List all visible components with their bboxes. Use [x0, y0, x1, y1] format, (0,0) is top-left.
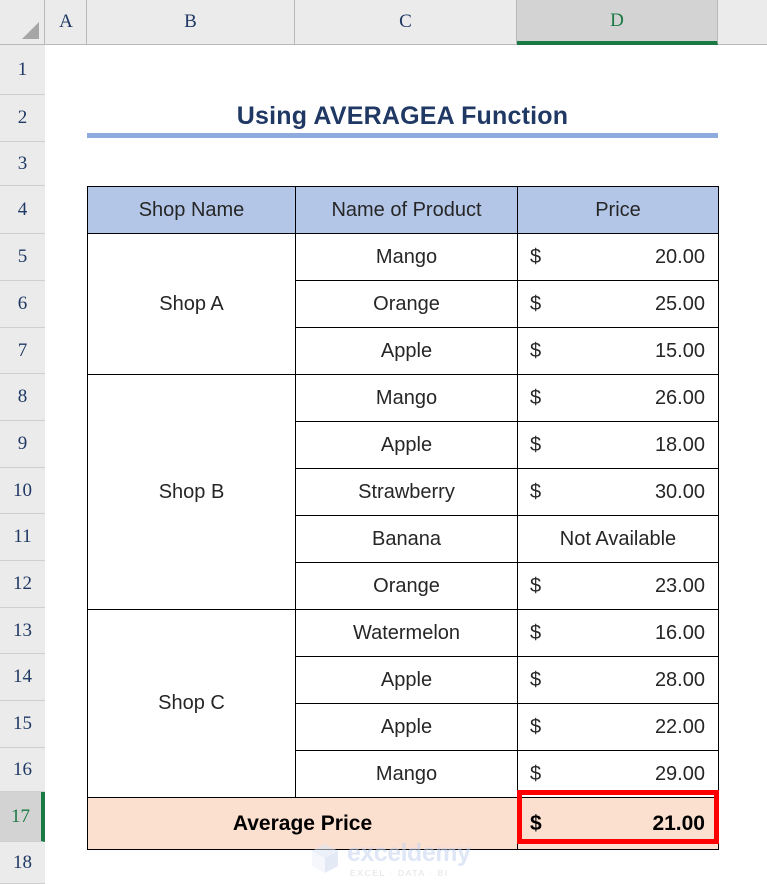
price-cell: $ 30.00 — [517, 468, 719, 516]
price-cell: $ 22.00 — [517, 703, 719, 751]
currency-symbol: $ — [530, 386, 542, 409]
column-header-name-of-product: Name of Product — [295, 186, 518, 234]
currency-symbol: $ — [530, 715, 542, 738]
row-header-7[interactable]: 7 — [0, 328, 45, 374]
row-header-6[interactable]: 6 — [0, 281, 45, 328]
price-amount: 23.00 — [654, 574, 705, 597]
page-title: Using AVERAGEA Function — [236, 101, 569, 130]
exceldemy-watermark: exceldemy EXCEL · DATA · BI — [310, 838, 510, 880]
price-cell: $ 29.00 — [517, 750, 719, 798]
product-cell: Apple — [295, 656, 518, 704]
watermark-brand: exceldemy — [347, 838, 471, 867]
row-header-11[interactable]: 11 — [0, 514, 45, 561]
currency-symbol: $ — [530, 762, 542, 785]
price-amount: 26.00 — [654, 386, 705, 409]
average-price-value-cell: $ 21.00 — [517, 797, 719, 850]
row-header-15[interactable]: 15 — [0, 701, 45, 748]
product-cell: Apple — [295, 421, 518, 469]
price-amount: 15.00 — [654, 339, 705, 362]
price-amount: 29.00 — [654, 762, 705, 785]
row-header-10[interactable]: 10 — [0, 468, 45, 514]
average-price-amount: 21.00 — [652, 811, 705, 835]
currency-symbol: $ — [530, 574, 542, 597]
price-cell: $ 26.00 — [517, 374, 719, 422]
row-header-13[interactable]: 13 — [0, 608, 45, 654]
row-header-18[interactable]: 18 — [0, 842, 45, 884]
price-amount: 20.00 — [654, 245, 705, 268]
product-cell: Banana — [295, 515, 518, 563]
row-header-3[interactable]: 3 — [0, 142, 45, 186]
row-header-5[interactable]: 5 — [0, 234, 45, 281]
price-amount: 28.00 — [654, 668, 705, 691]
watermark-text: exceldemy EXCEL · DATA · BI — [347, 838, 471, 878]
row-header-17[interactable]: 17 — [0, 792, 45, 842]
currency-symbol: $ — [530, 433, 542, 456]
table-row: Shop A Mango $ 20.00 — [87, 233, 719, 375]
sheet-title: Using AVERAGEA Function — [87, 95, 718, 137]
row-header-16[interactable]: 16 — [0, 748, 45, 792]
row-header-2[interactable]: 2 — [0, 95, 45, 142]
currency-symbol: $ — [530, 668, 542, 691]
product-cell: Mango — [295, 374, 518, 422]
row-header-strip: 1 2 3 4 5 6 7 8 9 10 11 12 13 14 15 16 17 18 — [0, 45, 45, 884]
watermark-tagline: EXCEL · DATA · BI — [350, 867, 449, 878]
price-cell: $ 18.00 — [517, 421, 719, 469]
product-cell: Orange — [295, 562, 518, 610]
price-cell: $ 23.00 — [517, 562, 719, 610]
select-all-corner[interactable] — [0, 0, 45, 44]
row-header-4[interactable]: 4 — [0, 186, 45, 234]
currency-symbol: $ — [530, 480, 542, 503]
price-amount: 22.00 — [654, 715, 705, 738]
column-header-price: Price — [517, 186, 719, 234]
product-cell: Orange — [295, 280, 518, 328]
currency-symbol: $ — [530, 621, 542, 644]
spreadsheet-canvas: Using AVERAGEA Function Shop Name Name o… — [0, 0, 767, 884]
currency-symbol: $ — [530, 245, 542, 268]
product-cell: Watermelon — [295, 609, 518, 657]
price-cell: $ 15.00 — [517, 327, 719, 375]
column-header-d[interactable]: D — [517, 0, 718, 45]
table-header-row: Shop Name Name of Product Price — [87, 186, 719, 234]
table-row: Shop C Watermelon $ 16.00 — [87, 609, 719, 798]
shop-name-cell: Shop B — [87, 374, 296, 610]
title-underline-rule — [87, 133, 718, 138]
row-header-9[interactable]: 9 — [0, 421, 45, 468]
column-header-shop-name: Shop Name — [87, 186, 296, 234]
column-header-strip: ABCD — [0, 0, 767, 45]
row-header-14[interactable]: 14 — [0, 654, 45, 701]
product-cell: Mango — [295, 233, 518, 281]
column-header-a[interactable]: A — [46, 0, 87, 44]
exceldemy-cube-logo-icon — [312, 844, 338, 873]
product-cell: Strawberry — [295, 468, 518, 516]
row-header-8[interactable]: 8 — [0, 374, 45, 421]
table-row: Shop B Mango $ 26.00 — [87, 374, 719, 610]
product-cell: Mango — [295, 750, 518, 798]
price-cell: $ 16.00 — [517, 609, 719, 657]
column-header-c[interactable]: C — [295, 0, 517, 44]
price-amount: 16.00 — [654, 621, 705, 644]
price-amount: 18.00 — [654, 433, 705, 456]
price-amount: 25.00 — [654, 292, 705, 315]
shop-name-cell: Shop C — [87, 609, 296, 798]
price-table: Shop Name Name of Product Price Shop A M… — [87, 186, 719, 850]
currency-symbol: $ — [530, 292, 542, 315]
currency-symbol: $ — [530, 811, 542, 835]
table-body: Shop A Mango $ 20.00 Orange $ 25.00 Appl… — [87, 233, 719, 850]
column-header-b[interactable]: B — [87, 0, 295, 44]
product-cell: Apple — [295, 703, 518, 751]
price-amount: 30.00 — [654, 480, 705, 503]
row-header-12[interactable]: 12 — [0, 561, 45, 608]
row-header-1[interactable]: 1 — [0, 45, 45, 95]
currency-symbol: $ — [530, 339, 542, 362]
price-cell: $ 20.00 — [517, 233, 719, 281]
shop-name-cell: Shop A — [87, 233, 296, 375]
price-cell-text: Not Available — [517, 515, 719, 563]
select-all-triangle-icon — [22, 22, 39, 39]
price-cell: $ 28.00 — [517, 656, 719, 704]
product-cell: Apple — [295, 327, 518, 375]
price-cell: $ 25.00 — [517, 280, 719, 328]
grid-body: Using AVERAGEA Function Shop Name Name o… — [46, 45, 767, 884]
